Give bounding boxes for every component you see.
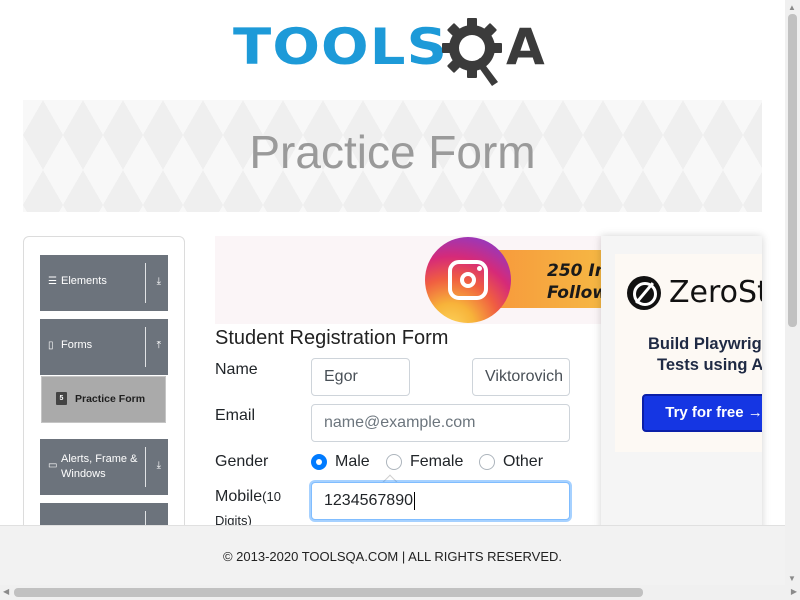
radio-label: Other: [503, 453, 544, 470]
scrollbar-thumb[interactable]: [788, 14, 797, 327]
mobile-input-value: 1234567890: [324, 492, 413, 509]
sidebar-group-label-line1: Alerts, Frame &: [61, 453, 138, 465]
try-for-free-button[interactable]: Try for free →: [642, 394, 762, 432]
mobile-label-text: Mobile: [215, 488, 263, 505]
text-caret: [413, 491, 415, 510]
radio-button[interactable]: [311, 454, 327, 470]
document-icon: ▯: [48, 340, 54, 351]
logo-text-a: A: [506, 18, 545, 76]
ad-brand: ZeroStep: [669, 275, 762, 310]
radio-label: Female: [410, 453, 464, 470]
sidebar-item-label: Practice Form: [75, 393, 146, 405]
divider: [145, 447, 146, 487]
divider: [145, 263, 146, 303]
scrollbar-thumb[interactable]: [14, 588, 643, 597]
download-arrow-icon: ⤓: [156, 276, 161, 287]
radio-label: Male: [335, 453, 370, 470]
mobile-hint: (10: [262, 489, 281, 504]
gear-magnifier-icon: [442, 18, 502, 86]
gender-label: Gender: [215, 453, 269, 470]
scroll-up-icon[interactable]: ▲: [788, 3, 796, 12]
ad-text-line2: Follow: [547, 283, 601, 303]
page-banner: Practice Form: [23, 100, 762, 212]
sidebar-item-practice-form[interactable]: 5 Practice Form: [41, 376, 166, 423]
zerostep-logo-icon: [627, 276, 661, 310]
email-input[interactable]: name@example.com: [311, 404, 570, 442]
ad-tagline: Build Playwright Tests using AI: [615, 334, 762, 376]
hamburger-icon: ☰: [48, 276, 57, 287]
name-label: Name: [215, 361, 258, 378]
download-arrow-icon: ⤓: [156, 460, 161, 471]
first-name-input[interactable]: Egor: [311, 358, 410, 396]
sidebar: ☰ Elements ⤓ ▯ Forms ⤒ 5 Practice Form ▭…: [23, 236, 185, 536]
vertical-scrollbar[interactable]: ▲ ▼: [785, 0, 800, 585]
sidebar-group-alerts-frame-windows[interactable]: ▭ Alerts, Frame & Windows ⤓: [40, 439, 168, 495]
scroll-down-icon[interactable]: ▼: [788, 574, 796, 583]
footer: © 2013-2020 TOOLSQA.COM | ALL RIGHTS RES…: [0, 525, 785, 585]
upload-arrow-icon: ⤒: [156, 340, 161, 351]
sidebar-group-label: Forms: [61, 339, 93, 351]
radio-button[interactable]: [479, 454, 495, 470]
sidebar-group-elements[interactable]: ☰ Elements ⤓: [40, 255, 168, 311]
ad-text: 250 Insta Follow: [547, 260, 601, 304]
zerostep-ad[interactable]: ZeroStep Build Playwright Tests using AI…: [601, 236, 762, 536]
window-icon: ▭: [48, 460, 58, 471]
ad-tagline-line1: Build Playwright: [648, 335, 762, 353]
page-title: Practice Form: [249, 126, 536, 178]
sidebar-group-label: Elements: [61, 275, 107, 287]
instagram-dot: [477, 266, 482, 271]
sidebar-group-forms[interactable]: ▯ Forms ⤒: [40, 319, 168, 375]
ad-text-line1: 250 Insta: [547, 261, 601, 281]
mobile-input[interactable]: 1234567890: [311, 482, 570, 520]
ad-tagline-line2: Tests using AI: [657, 356, 762, 374]
horizontal-scrollbar[interactable]: ◀ ▶: [0, 585, 800, 600]
scroll-right-icon[interactable]: ▶: [791, 587, 797, 596]
sidebar-group-label-line2: Windows: [61, 468, 106, 480]
last-name-input[interactable]: Viktorovich: [472, 358, 570, 396]
toolsqa-logo[interactable]: TOOLS A: [233, 14, 558, 90]
page: TOOLS A Practice Form ☰ Elements ⤓ ▯ For…: [0, 0, 800, 600]
ad-card: ZeroStep Build Playwright Tests using AI…: [615, 254, 762, 452]
form-title: Student Registration Form: [215, 327, 449, 349]
email-label: Email: [215, 407, 256, 424]
html5-icon: 5: [56, 392, 67, 405]
footer-copyright: © 2013-2020 TOOLSQA.COM | ALL RIGHTS RES…: [222, 549, 563, 564]
scroll-left-icon[interactable]: ◀: [3, 587, 9, 596]
instagram-glyph: [448, 260, 488, 300]
logo-text-tools: TOOLS: [233, 18, 449, 76]
instagram-ad[interactable]: 250 Insta Follow: [215, 236, 601, 324]
divider: [145, 327, 146, 367]
sidebar-group-label: Alerts, Frame & Windows: [61, 452, 137, 482]
instagram-icon: [425, 237, 511, 323]
radio-button[interactable]: [386, 454, 402, 470]
